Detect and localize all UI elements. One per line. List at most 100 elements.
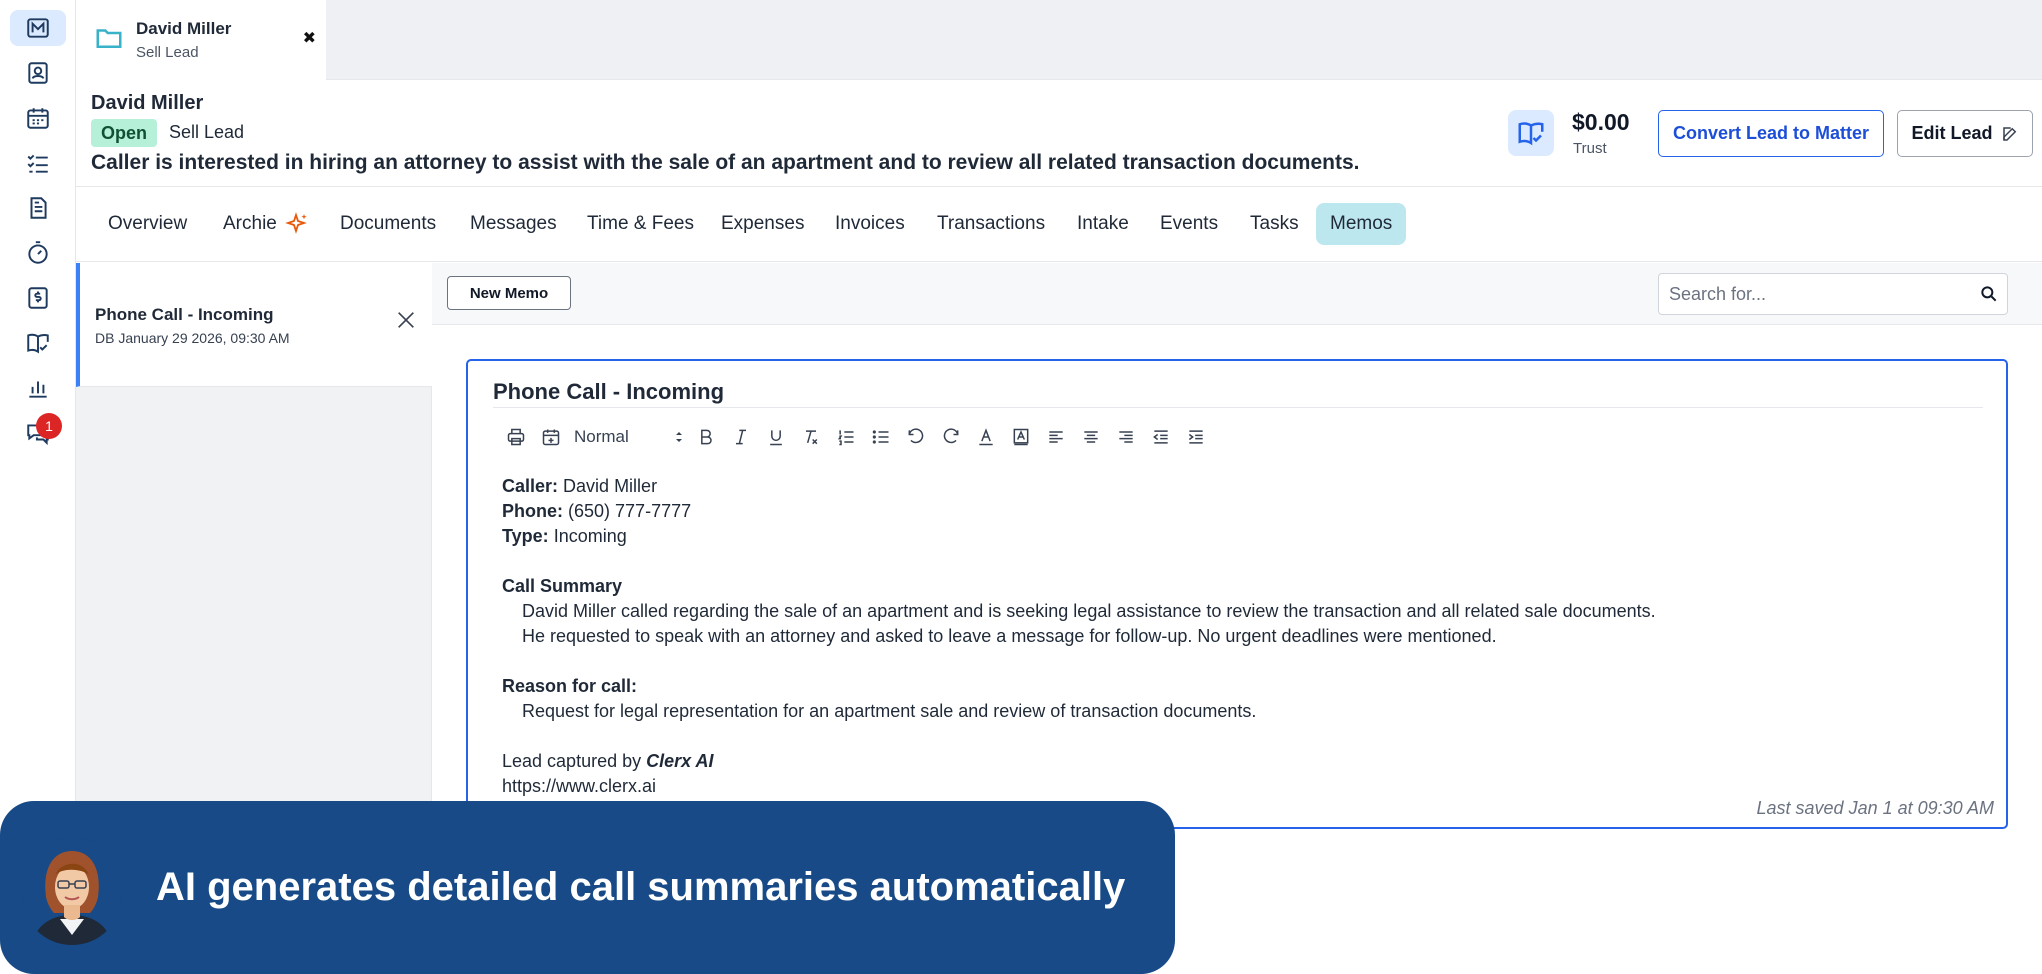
captured-url[interactable]: https://www.clerx.ai bbox=[502, 774, 1656, 799]
tab-label: Archie bbox=[223, 213, 277, 234]
highlight-color-icon[interactable] bbox=[1003, 422, 1038, 452]
tab-close-icon[interactable]: ✖ bbox=[303, 28, 316, 48]
memo-item-meta: DB January 29 2026, 09:30 AM bbox=[95, 330, 290, 346]
format-select[interactable]: Normal bbox=[568, 422, 688, 452]
tab-time-fees[interactable]: Time & Fees bbox=[573, 203, 708, 245]
memo-list-item[interactable]: Phone Call - Incoming DB January 29 2026… bbox=[76, 263, 432, 387]
lead-nav-tabs: Overview Archie Documents Messages Time … bbox=[76, 186, 2042, 262]
format-select-value: Normal bbox=[574, 427, 629, 446]
undo-icon[interactable] bbox=[898, 422, 933, 452]
type-line: Type: Incoming bbox=[502, 524, 1656, 549]
phone-label: Phone: bbox=[502, 501, 563, 521]
avatar bbox=[22, 837, 122, 945]
type-label: Type: bbox=[502, 526, 549, 546]
close-icon[interactable] bbox=[395, 309, 417, 331]
tab-label: Overview bbox=[108, 213, 188, 234]
rail-contacts-icon[interactable] bbox=[10, 55, 66, 91]
text-color-icon[interactable] bbox=[968, 422, 1003, 452]
rail-billing-icon[interactable] bbox=[10, 280, 66, 316]
captured-prefix: Lead captured by bbox=[502, 751, 642, 771]
tab-messages[interactable]: Messages bbox=[456, 203, 571, 245]
tab-label: Intake bbox=[1077, 213, 1129, 234]
print-icon[interactable] bbox=[498, 422, 533, 452]
edit-lead-button[interactable]: Edit Lead bbox=[1897, 110, 2033, 157]
tab-label: Documents bbox=[340, 213, 437, 234]
tab-expenses[interactable]: Expenses bbox=[707, 203, 818, 245]
memo-search bbox=[1658, 273, 2008, 315]
folder-icon bbox=[94, 23, 124, 58]
clear-format-icon[interactable] bbox=[793, 422, 828, 452]
tab-label: Invoices bbox=[835, 213, 905, 234]
bold-icon[interactable] bbox=[688, 422, 723, 452]
caller-value: David Miller bbox=[563, 476, 658, 496]
insert-date-icon[interactable] bbox=[533, 422, 568, 452]
last-saved-text: Last saved Jan 1 at 09:30 AM bbox=[1756, 798, 1994, 818]
lead-type: Sell Lead bbox=[169, 122, 245, 142]
italic-icon[interactable] bbox=[723, 422, 758, 452]
phone-line: Phone: (650) 777-7777 bbox=[502, 499, 1656, 524]
new-memo-button[interactable]: New Memo bbox=[447, 276, 571, 310]
sparkle-icon bbox=[285, 212, 307, 234]
align-left-icon[interactable] bbox=[1038, 422, 1073, 452]
rail-home-logo-icon[interactable] bbox=[10, 10, 66, 46]
tab-subtitle: Sell Lead bbox=[136, 44, 199, 61]
tab-label: Transactions bbox=[937, 213, 1046, 234]
rail-documents-icon[interactable] bbox=[10, 190, 66, 226]
memo-item-title: Phone Call - Incoming bbox=[95, 305, 274, 324]
rail-messages-icon[interactable]: 1 bbox=[10, 413, 66, 451]
indent-icon[interactable] bbox=[1178, 422, 1213, 452]
rail-calendar-icon[interactable] bbox=[10, 100, 66, 136]
lead-document-tab[interactable]: David Miller Sell Lead ✖ bbox=[76, 0, 326, 80]
notification-badge: 1 bbox=[36, 413, 62, 439]
convert-lead-button[interactable]: Convert Lead to Matter bbox=[1658, 110, 1884, 157]
captured-by: Clerx AI bbox=[646, 751, 714, 771]
summary-line: David Miller called regarding the sale o… bbox=[522, 601, 1656, 621]
banner-headline: AI generates detailed call summaries aut… bbox=[156, 865, 1126, 909]
tab-events[interactable]: Events bbox=[1146, 203, 1232, 245]
tab-invoices[interactable]: Invoices bbox=[821, 203, 919, 245]
trust-book-icon[interactable] bbox=[1508, 110, 1554, 156]
tab-memos[interactable]: Memos bbox=[1316, 203, 1407, 245]
tab-documents[interactable]: Documents bbox=[326, 203, 450, 245]
edit-icon bbox=[2002, 126, 2016, 141]
memo-title[interactable]: Phone Call - Incoming bbox=[493, 379, 724, 405]
ordered-list-icon[interactable] bbox=[828, 422, 863, 452]
tab-title: David Miller bbox=[136, 19, 232, 38]
summary-line: He requested to speak with an attorney a… bbox=[522, 626, 1497, 646]
tab-label: Expenses bbox=[721, 213, 805, 234]
tab-intake[interactable]: Intake bbox=[1063, 203, 1143, 245]
memo-body[interactable]: Caller: David Miller Phone: (650) 777-77… bbox=[502, 474, 1656, 799]
tab-label: Tasks bbox=[1250, 213, 1299, 234]
rail-tasks-icon[interactable] bbox=[10, 145, 66, 181]
underline-icon[interactable] bbox=[758, 422, 793, 452]
redo-icon[interactable] bbox=[933, 422, 968, 452]
align-right-icon[interactable] bbox=[1108, 422, 1143, 452]
rail-timer-icon[interactable] bbox=[10, 235, 66, 271]
tab-label: Messages bbox=[470, 213, 557, 234]
tab-archie[interactable]: Archie bbox=[209, 203, 323, 245]
type-value: Incoming bbox=[553, 526, 627, 546]
captured-line: Lead captured by Clerx AI bbox=[502, 749, 1656, 774]
status-badge: Open bbox=[91, 119, 158, 147]
align-center-icon[interactable] bbox=[1073, 422, 1108, 452]
rail-reports-icon[interactable] bbox=[10, 370, 66, 406]
memo-editor[interactable]: Phone Call - Incoming Normal Caller: Dav… bbox=[466, 359, 2008, 829]
phone-value: (650) 777-7777 bbox=[568, 501, 692, 521]
tab-label: Events bbox=[1160, 213, 1219, 234]
tab-overview[interactable]: Overview bbox=[94, 203, 201, 245]
reason-heading: Reason for call: bbox=[502, 676, 638, 696]
tab-tasks[interactable]: Tasks bbox=[1236, 203, 1313, 245]
bullet-list-icon[interactable] bbox=[863, 422, 898, 452]
tab-transactions[interactable]: Transactions bbox=[923, 203, 1059, 245]
document-tab-strip: David Miller Sell Lead ✖ bbox=[76, 0, 2042, 80]
lead-description: Caller is interested in hiring an attorn… bbox=[91, 151, 1360, 174]
rail-trust-book-icon[interactable] bbox=[10, 325, 66, 361]
search-icon[interactable] bbox=[1979, 284, 1999, 309]
outdent-icon[interactable] bbox=[1143, 422, 1178, 452]
search-input[interactable] bbox=[1659, 274, 1959, 314]
trust-amount: $0.00 bbox=[1572, 109, 1630, 135]
title-divider bbox=[493, 407, 1983, 408]
lead-name: David Miller bbox=[91, 92, 204, 114]
caller-line: Caller: David Miller bbox=[502, 474, 1656, 499]
select-arrows-icon bbox=[676, 432, 682, 442]
